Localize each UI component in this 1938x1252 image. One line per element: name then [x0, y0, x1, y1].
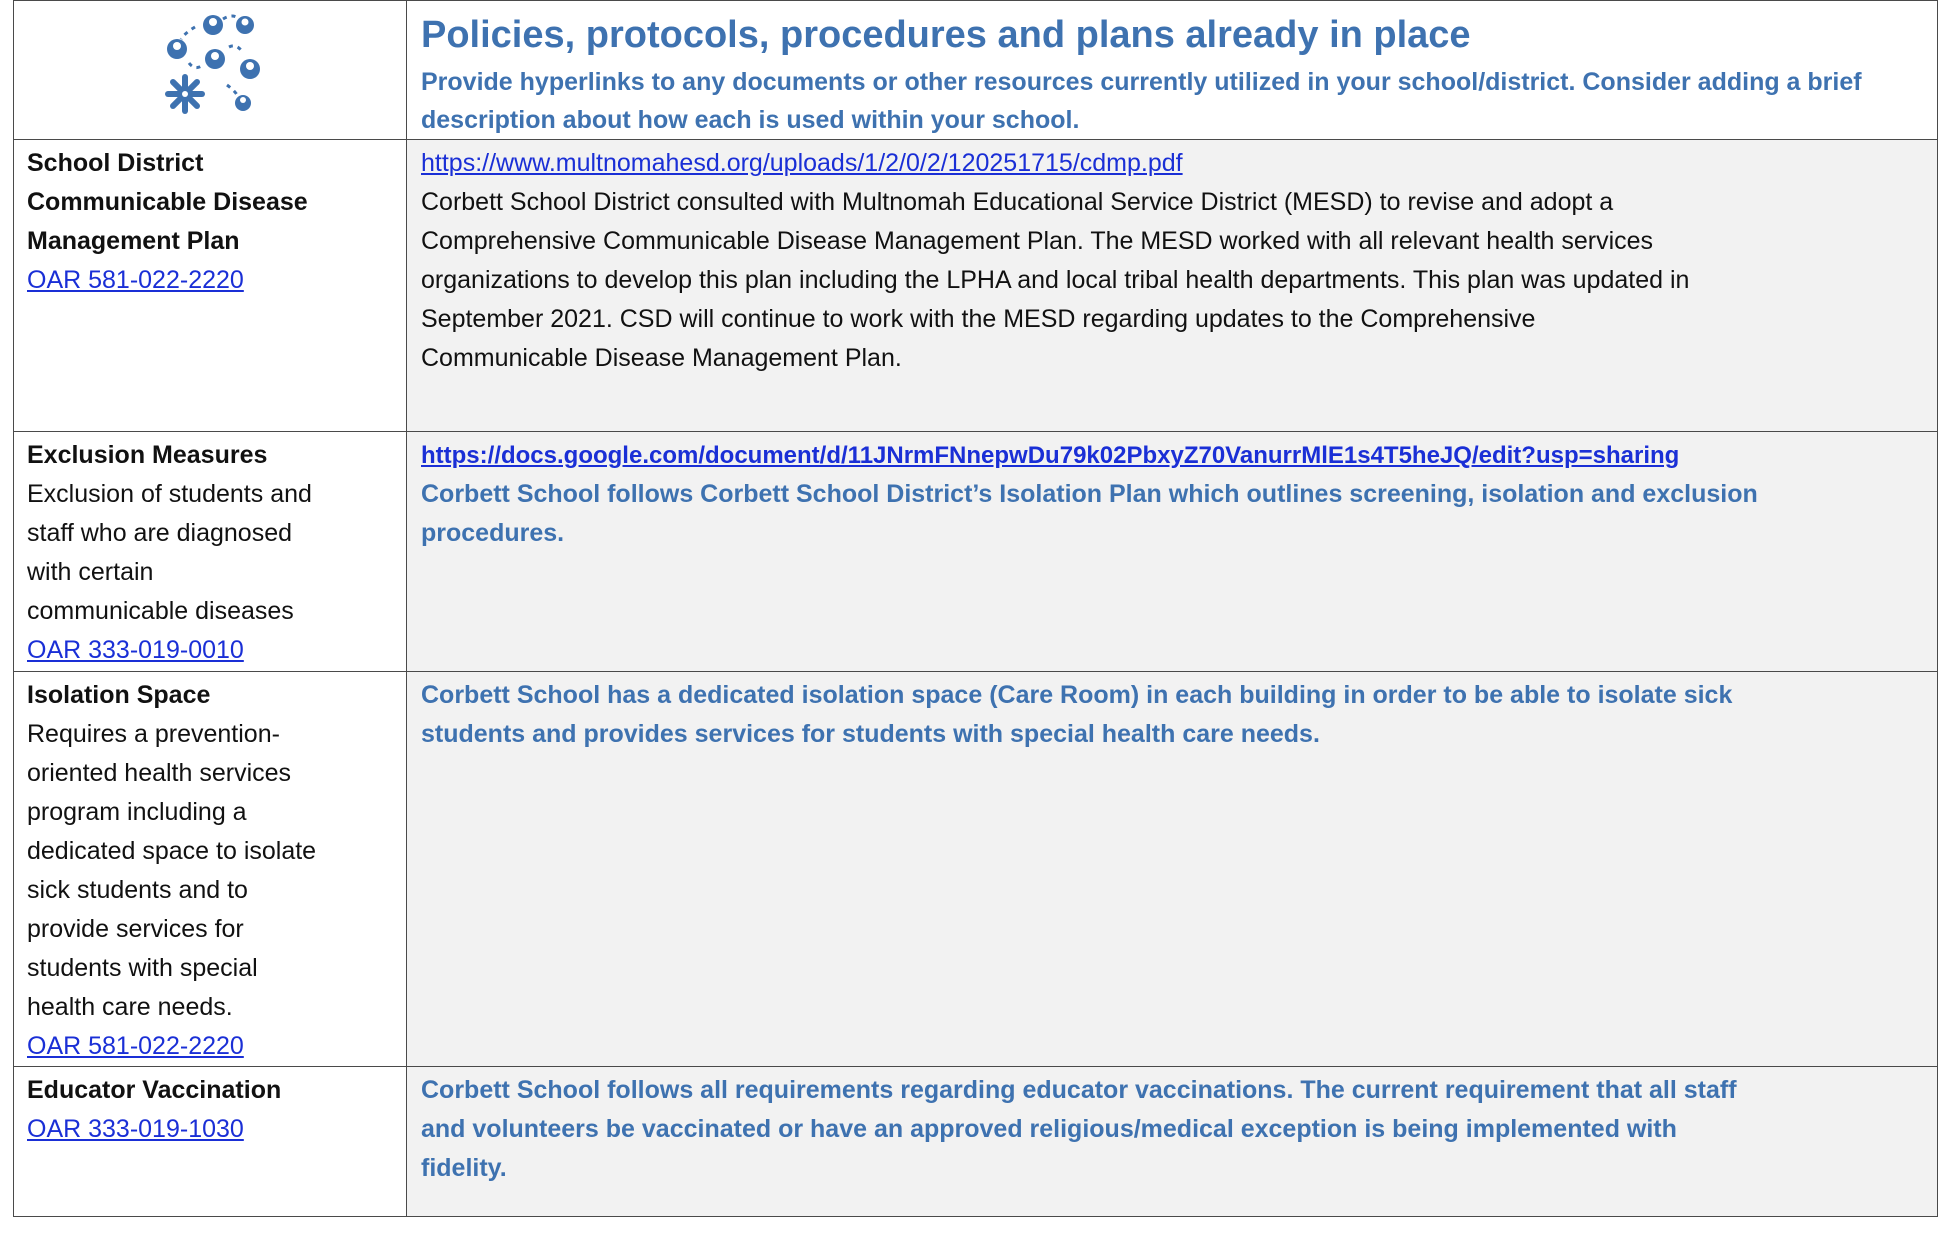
row-title-line: Management Plan: [27, 227, 240, 255]
policy-table: Policies, protocols, procedures and plan…: [13, 0, 1938, 1217]
row-desc-line: sick students and to: [27, 876, 248, 904]
row-body-line: September 2021. CSD will continue to wor…: [421, 305, 1536, 333]
oar-link[interactable]: OAR 333-019-0010: [27, 636, 244, 664]
resource-link[interactable]: https://docs.google.com/document/d/11JNr…: [421, 442, 1679, 469]
oar-link[interactable]: OAR 581-022-2220: [27, 1032, 244, 1060]
row-desc-line: health care needs.: [27, 993, 233, 1021]
row-body-line: Corbett School follows Corbett School Di…: [421, 480, 1758, 508]
row-desc-line: with certain: [27, 558, 154, 586]
oar-link[interactable]: OAR 581-022-2220: [27, 266, 244, 294]
row-label-cell: Isolation Space Requires a prevention- o…: [13, 671, 407, 1067]
row-content-cell: Corbett School follows all requirements …: [406, 1066, 1938, 1217]
row-body-line: students and provides services for stude…: [421, 720, 1320, 748]
row-desc-line: communicable diseases: [27, 597, 294, 625]
table-row: Exclusion Measures Exclusion of students…: [13, 431, 1938, 672]
row-body-line: fidelity.: [421, 1154, 507, 1182]
row-desc-line: Exclusion of students and: [27, 480, 312, 508]
row-desc-line: Requires a prevention-: [27, 720, 280, 748]
table-row: School District Communicable Disease Man…: [13, 139, 1938, 432]
row-content-cell: Corbett School has a dedicated isolation…: [406, 671, 1938, 1067]
row-desc-line: provide services for: [27, 915, 244, 943]
row-title-line: Educator Vaccination: [27, 1076, 282, 1104]
row-desc-line: oriented health services: [27, 759, 292, 787]
oar-link[interactable]: OAR 333-019-1030: [27, 1115, 244, 1143]
row-label-cell: Educator Vaccination OAR 333-019-1030: [13, 1066, 407, 1217]
header-row: Policies, protocols, procedures and plan…: [13, 0, 1938, 140]
row-content-cell: https://www.multnomahesd.org/uploads/1/2…: [406, 139, 1938, 432]
row-title-line: School District: [27, 149, 204, 177]
network-people-icon: [164, 14, 260, 114]
row-desc-line: students with special: [27, 954, 258, 982]
row-body-line: procedures.: [421, 519, 565, 547]
header-text-cell: Policies, protocols, procedures and plan…: [406, 0, 1938, 140]
row-body-line: Corbett School follows all requirements …: [421, 1076, 1737, 1104]
row-title-line: Isolation Space: [27, 681, 211, 709]
resource-link[interactable]: https://www.multnomahesd.org/uploads/1/2…: [421, 149, 1183, 177]
row-label-cell: Exclusion Measures Exclusion of students…: [13, 431, 407, 672]
row-body-line: Comprehensive Communicable Disease Manag…: [421, 227, 1654, 255]
row-body-line: Communicable Disease Management Plan.: [421, 344, 902, 372]
row-body-line: Corbett School has a dedicated isolation…: [421, 681, 1733, 709]
row-title-line: Communicable Disease: [27, 188, 308, 216]
row-body-line: and volunteers be vaccinated or have an …: [421, 1115, 1677, 1143]
row-content-cell: https://docs.google.com/document/d/11JNr…: [406, 431, 1938, 672]
row-label-cell: School District Communicable Disease Man…: [13, 139, 407, 432]
table-row: Isolation Space Requires a prevention- o…: [13, 671, 1938, 1067]
row-desc-line: staff who are diagnosed: [27, 519, 293, 547]
page-title: Policies, protocols, procedures and plan…: [421, 14, 1471, 56]
row-body-line: organizations to develop this plan inclu…: [421, 266, 1690, 294]
page-subtitle: Provide hyperlinks to any documents or o…: [421, 68, 1862, 134]
header-icon-cell: [13, 0, 407, 140]
row-desc-line: program including a: [27, 798, 247, 826]
row-body-line: Corbett School District consulted with M…: [421, 188, 1614, 216]
table-row: Educator Vaccination OAR 333-019-1030 Co…: [13, 1066, 1938, 1217]
row-title-line: Exclusion Measures: [27, 441, 268, 469]
row-desc-line: dedicated space to isolate: [27, 837, 317, 865]
